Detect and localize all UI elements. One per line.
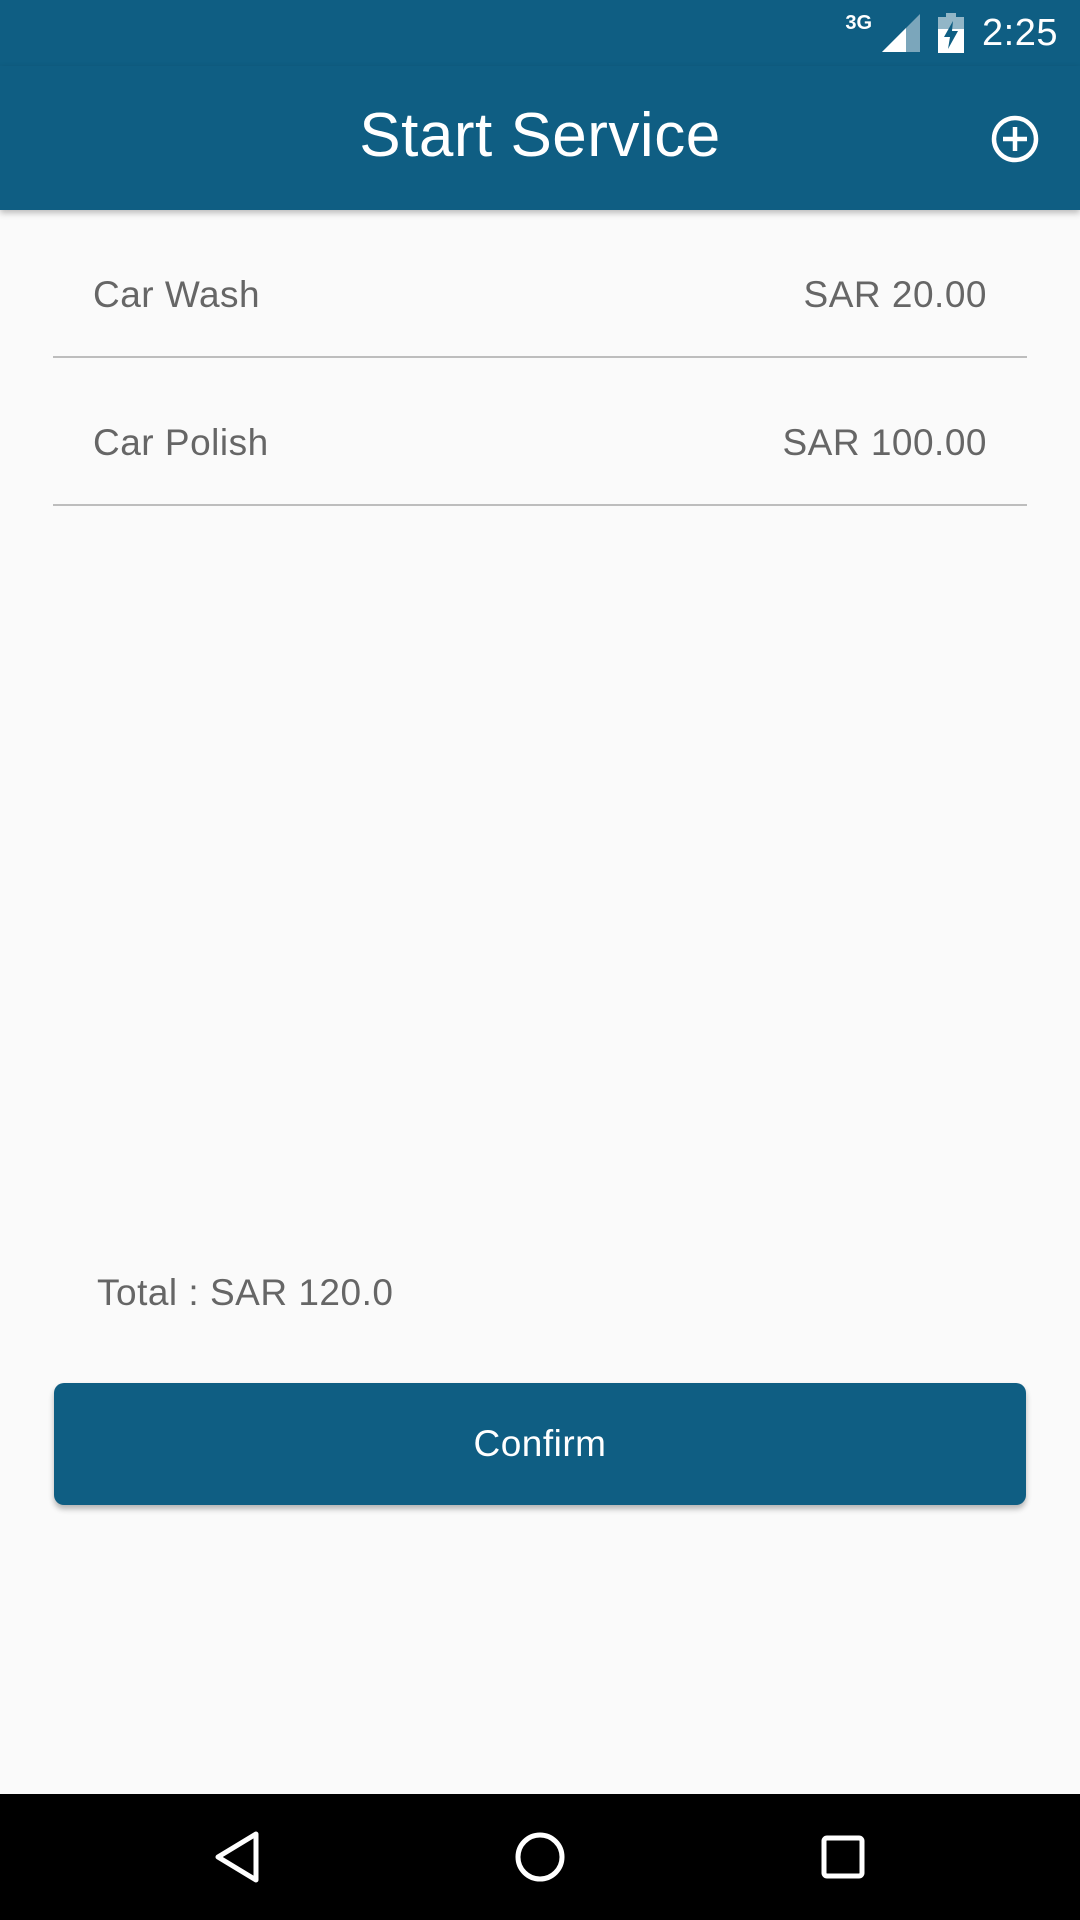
page-title: Start Service [359, 101, 721, 170]
app-bar: Start Service [0, 66, 1080, 210]
service-name: Car Wash [93, 274, 261, 315]
service-price: SAR 100.00 [782, 422, 987, 463]
status-clock: 2:25 [982, 11, 1058, 54]
service-price: SAR 20.00 [803, 274, 987, 315]
add-service-button[interactable] [990, 114, 1040, 164]
home-icon [515, 1832, 565, 1882]
back-icon [215, 1831, 259, 1883]
confirm-button[interactable]: Confirm [54, 1383, 1026, 1505]
status-bar: 3G 2:25 [0, 0, 1080, 66]
battery-charging-icon [938, 13, 965, 53]
add-circle-icon [991, 115, 1039, 163]
service-row[interactable]: Car Polish SAR 100.00 [53, 358, 1027, 506]
recent-apps-icon [821, 1835, 865, 1879]
recent-apps-button[interactable] [808, 1822, 878, 1892]
navigation-bar [0, 1794, 1080, 1920]
service-row[interactable]: Car Wash SAR 20.00 [53, 210, 1027, 358]
network-type-label: 3G [845, 11, 873, 34]
screen: 3G 2:25 Start Service Car Wash SAR 20.00 [0, 0, 1080, 1920]
total-amount: Total : SAR 120.0 [97, 1272, 394, 1313]
service-name: Car Polish [93, 422, 269, 463]
home-button[interactable] [505, 1822, 575, 1892]
service-list: Car Wash SAR 20.00 Car Polish SAR 100.00 [53, 210, 1027, 506]
signal-icon [882, 14, 921, 52]
back-button[interactable] [202, 1822, 272, 1892]
